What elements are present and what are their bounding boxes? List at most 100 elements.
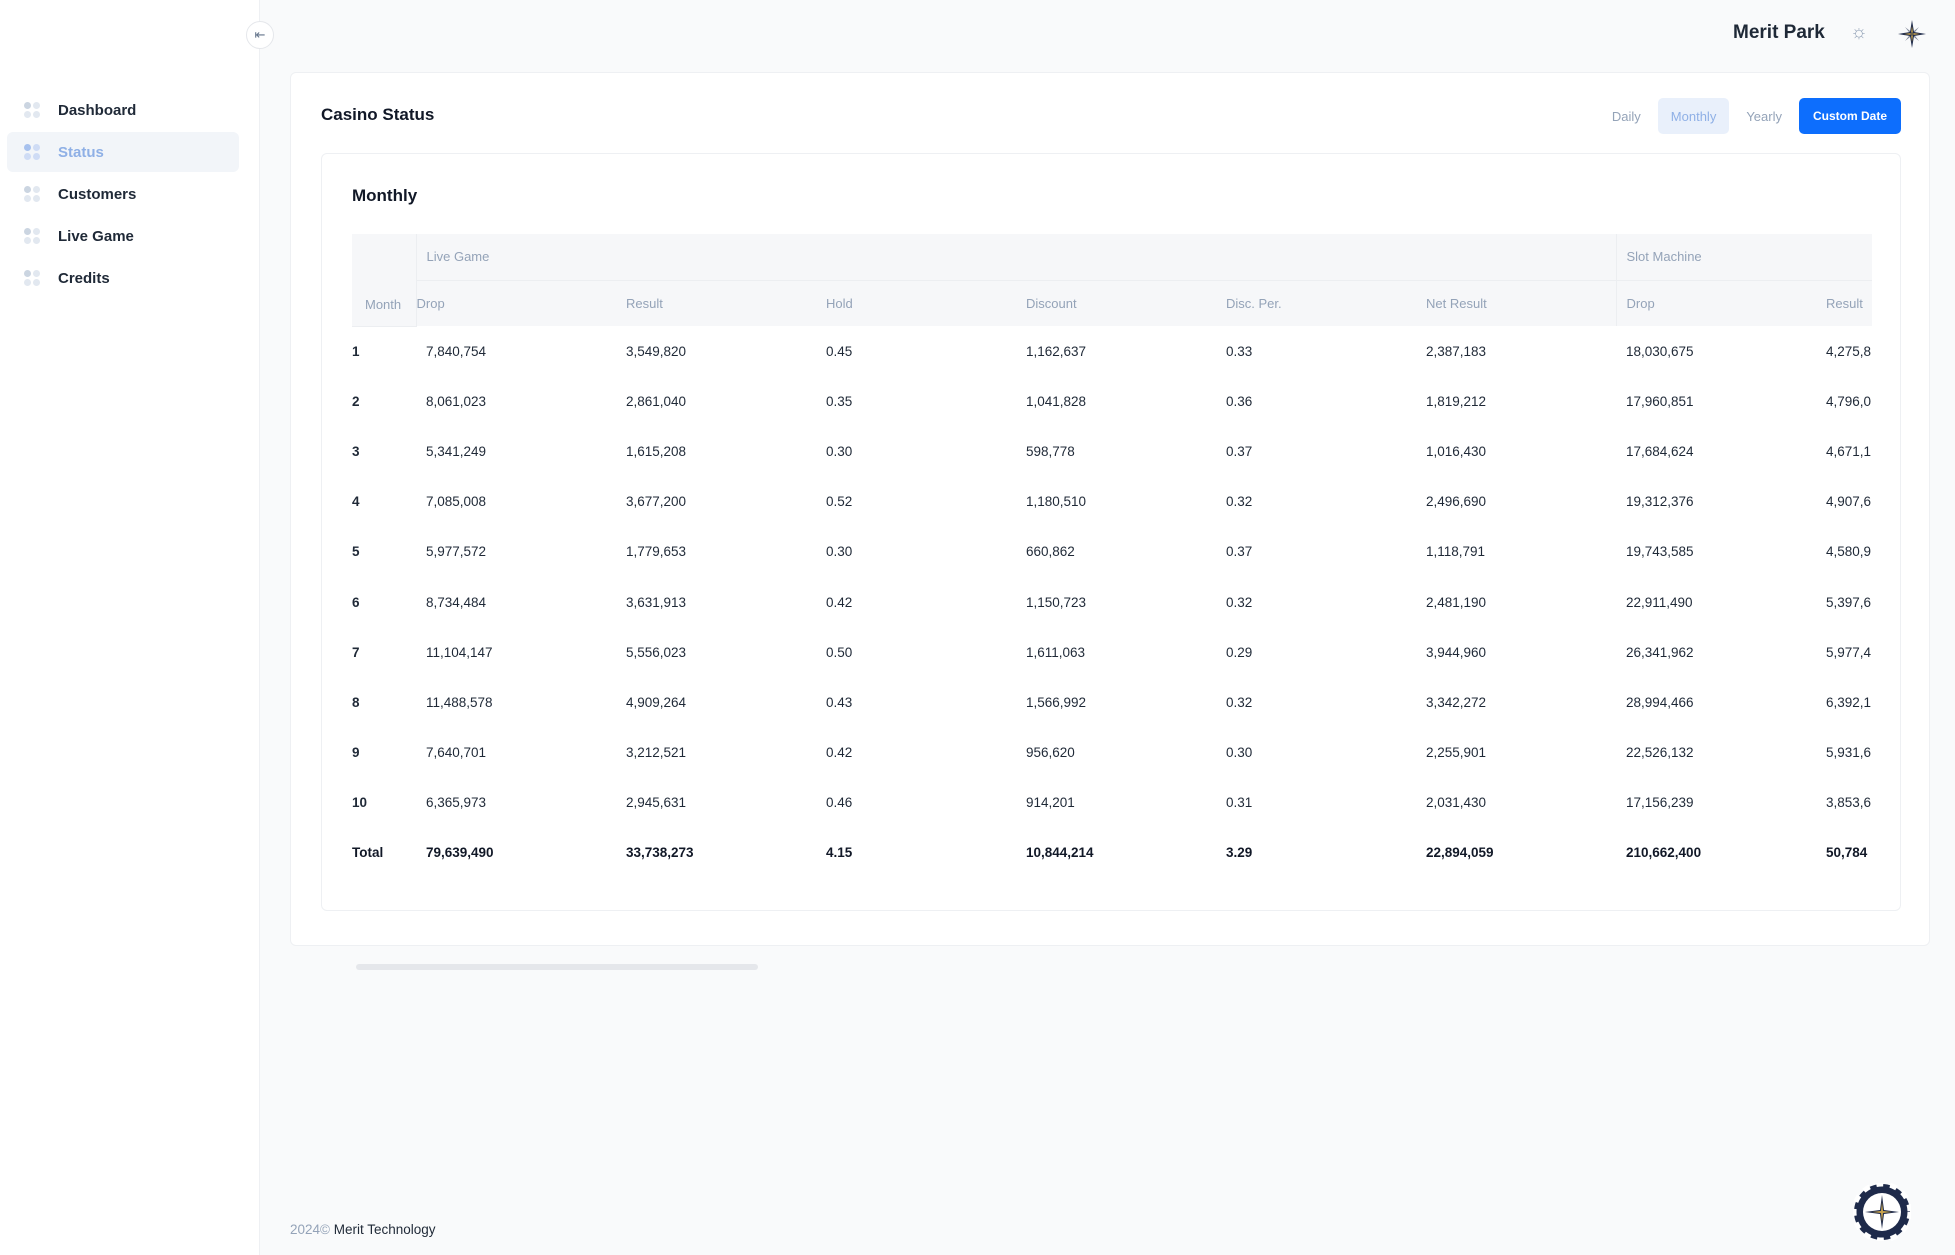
table-cell: 22,911,490 [1626,594,1693,610]
table-cell: 1,566,992 [1026,694,1087,710]
table-cell: 4.15 [826,845,853,861]
sidebar-item-label: Live Game [58,227,134,245]
table-cell: 22,894,059 [1426,845,1494,861]
table-cell: 3,631,913 [626,594,687,610]
sidebar-nav: Dashboard Status Customers Live Game Cre… [7,90,239,300]
casino-chip-icon[interactable] [1853,1183,1911,1241]
table-cell: 2,496,690 [1426,494,1487,510]
table-cell: 1,819,212 [1426,393,1487,409]
month-cell: 7 [352,644,360,660]
table-cell: 1,611,063 [1026,644,1086,660]
table-cell: 0.32 [1226,494,1253,510]
month-cell: 8 [352,694,360,710]
table-cell: 0.32 [1226,694,1253,710]
table-row: 4 7,085,008 3,677,200 0.52 1,180,510 0.32 2,49… [352,477,1872,527]
table-cell: 660,862 [1026,544,1075,560]
table-row: 9 7,640,701 3,212,521 0.42 956,620 0.30 2,255,… [352,728,1872,778]
table-cell: 1,615,208 [626,443,687,459]
header-title: Merit Park [1733,22,1825,43]
group-header-slot-machine: Slot Machine [1615,234,1872,281]
compass-star-icon[interactable] [1897,19,1927,49]
table-cell: 0.30 [826,443,853,459]
apps-icon [24,270,40,286]
table-cell: 1,779,653 [626,544,687,560]
table-cell: 7,085,008 [426,494,487,510]
table-cell: 1,180,510 [1026,494,1087,510]
table-cell: 11,488,578 [426,694,493,710]
table-cell: 8,061,023 [426,393,487,409]
month-cell: 10 [352,795,368,811]
table-cell: 4,580,9 [1826,544,1872,560]
footer: 2024© Merit Technology [290,1222,436,1237]
monthly-table: Month Live Game Slot Machine Drop Result… [352,234,1872,874]
table-cell: 26,341,962 [1626,644,1694,660]
table-cell: 0.31 [1226,795,1253,811]
table-cell: 5,341,249 [426,443,487,459]
table-cell: 0.43 [826,694,853,710]
month-cell: 9 [352,745,360,761]
table-cell: 210,662,400 [1626,845,1702,861]
table-column-header: Drop Result Hold Discount Disc. Per. Net… [352,280,1872,326]
table-cell: 3,677,200 [626,494,687,510]
table-cell: 3,212,521 [626,745,687,761]
table-row: 6 8,734,484 3,631,913 0.42 1,150,723 0.32 2,48… [352,577,1872,627]
table-cell: 8,734,484 [426,594,487,610]
sidebar-item-label: Credits [58,269,110,287]
table-cell: 11,104,147 [426,644,493,660]
table-cell: 1,150,723 [1026,594,1087,610]
table-cell: 2,255,901 [1426,745,1487,761]
table-cell: 2,031,430 [1426,795,1487,811]
table-cell: 4,671,1 [1826,443,1872,459]
table-cell: 33,738,273 [626,845,694,861]
table-cell: 0.30 [826,544,853,560]
table-cell: 7,640,701 [426,745,487,761]
apps-icon [24,102,40,118]
horizontal-scrollbar[interactable] [356,964,758,970]
casino-status-card: Casino Status Daily Monthly Yearly Custo… [290,72,1930,970]
sidebar-item-live-game[interactable]: Live Game [7,216,239,256]
table-row: 5 5,977,572 1,779,653 0.30 660,862 0.37 1,118,… [352,527,1872,577]
tab-monthly[interactable]: Monthly [1657,98,1730,134]
table-scroll-area[interactable]: Month Live Game Slot Machine Drop Result… [352,234,1872,874]
sidebar-item-dashboard[interactable]: Dashboard [7,90,239,130]
table-row: 8 11,488,578 4,909,264 0.43 1,566,992 0.32 3,3… [352,677,1872,727]
column-header-slot-drop: Drop [1615,280,1816,326]
table-cell: 2,387,183 [1426,343,1487,359]
table-cell: 2,481,190 [1426,594,1487,610]
table-cell: 10,844,214 [1026,845,1094,861]
sidebar-collapse-button[interactable]: ⇤ [246,21,274,49]
sun-icon[interactable]: ☼ [1848,22,1870,44]
table-cell: 22,526,132 [1626,745,1694,761]
column-header-net-result: Net Result [1416,280,1616,326]
sidebar-item-status[interactable]: Status [7,132,239,172]
table-cell: 4,909,264 [626,694,687,710]
month-cell: 1 [352,343,360,359]
table-cell: 3.29 [1226,845,1253,861]
month-cell: 6 [352,594,360,610]
table-cell: 0.37 [1226,544,1253,560]
month-cell: 5 [352,544,360,560]
table-cell: 0.33 [1226,343,1253,359]
column-header-month: Month [352,234,417,327]
tab-yearly[interactable]: Yearly [1733,98,1795,134]
footer-company[interactable]: Merit Technology [334,1222,436,1237]
table-cell: 79,639,490 [426,845,494,861]
table-cell: 6,392,1 [1826,694,1872,710]
table-cell: 3,944,960 [1426,644,1487,660]
sidebar-item-customers[interactable]: Customers [7,174,239,214]
table-cell: 0.35 [826,393,853,409]
month-cell: 3 [352,443,360,459]
table-cell: 17,960,851 [1626,393,1694,409]
table-group-header: Month Live Game Slot Machine [352,234,1872,327]
tab-daily[interactable]: Daily [1599,98,1654,134]
table-row: 1 7,840,754 3,549,820 0.45 1,162,637 0.33 2,38… [352,326,1872,376]
column-header-result: Result [616,280,816,326]
column-header-slot-result: Result [1816,280,1872,326]
table-cell: 50,784 [1826,845,1868,861]
table-row: 3 5,341,249 1,615,208 0.30 598,778 0.37 1,016,… [352,426,1872,476]
custom-date-button[interactable]: Custom Date [1798,98,1901,134]
table-cell: 0.46 [826,795,853,811]
table-cell: 2,861,040 [626,393,687,409]
sidebar-item-credits[interactable]: Credits [7,258,239,298]
month-cell: 4 [352,494,360,510]
